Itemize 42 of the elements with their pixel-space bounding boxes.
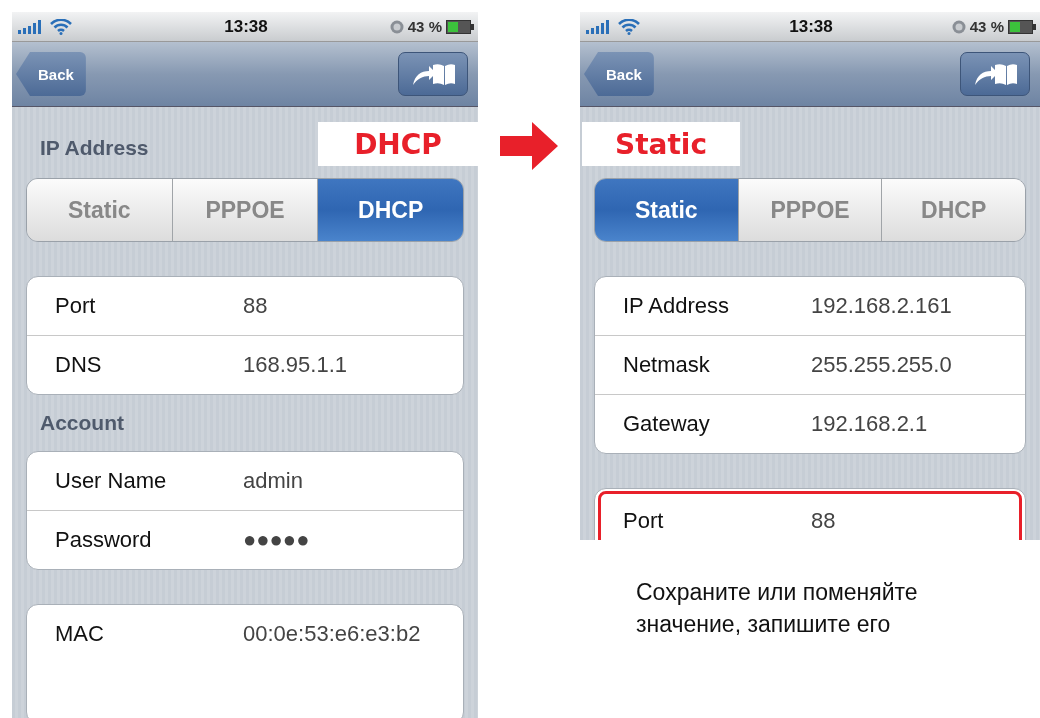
callout-label: Static: [582, 122, 740, 166]
back-button[interactable]: Back: [16, 52, 86, 96]
row-value[interactable]: 88: [243, 293, 463, 319]
signal-icon: [586, 19, 612, 34]
row-value[interactable]: 168.95.1.1: [243, 352, 463, 378]
row-value[interactable]: admin: [243, 468, 463, 494]
section-header: IP Address: [39, 135, 149, 161]
section-header: Account: [39, 410, 125, 436]
arrow-icon: [500, 122, 558, 170]
wifi-icon: [618, 18, 640, 35]
status-time: 13:38: [789, 16, 833, 37]
row-label: DNS: [55, 352, 103, 378]
share-button[interactable]: [398, 52, 468, 96]
share-book-icon: [411, 61, 455, 87]
row-value[interactable]: ●●●●●: [243, 527, 463, 553]
caption-text: Сохраните или поменяйте значение, запишите его: [636, 578, 919, 639]
row-label: Port: [623, 508, 665, 534]
callout-label: DHCP: [318, 122, 478, 166]
row-label: Gateway: [623, 411, 711, 437]
row-label: Password: [55, 527, 153, 553]
row-label: Port: [55, 293, 97, 319]
battery-icon: [1008, 19, 1036, 34]
back-button[interactable]: Back: [584, 52, 654, 96]
row-label: User Name: [55, 468, 168, 494]
row-label: IP Address: [623, 293, 730, 319]
status-time: 13:38: [224, 16, 268, 37]
battery-percent: 43 %: [407, 18, 442, 35]
share-button[interactable]: [960, 52, 1030, 96]
row-label: MAC: [55, 621, 105, 647]
row-value[interactable]: 88: [811, 508, 1019, 534]
row-value[interactable]: 192.168.2.161: [811, 293, 1025, 319]
wifi-icon: [50, 18, 72, 35]
segment-tab[interactable]: Static: [595, 179, 739, 241]
battery-percent: 43 %: [969, 18, 1004, 35]
signal-icon: [18, 19, 44, 34]
row-value[interactable]: 255.255.255.0: [811, 352, 1025, 378]
row-value[interactable]: 192.168.2.1: [811, 411, 1025, 437]
share-book-icon: [973, 61, 1017, 87]
row-label: Netmask: [623, 352, 711, 378]
row-value[interactable]: 00:0e:53:e6:e3:b2: [243, 621, 463, 647]
segment-tab[interactable]: DHCP: [318, 179, 463, 241]
battery-icon: [446, 19, 474, 34]
